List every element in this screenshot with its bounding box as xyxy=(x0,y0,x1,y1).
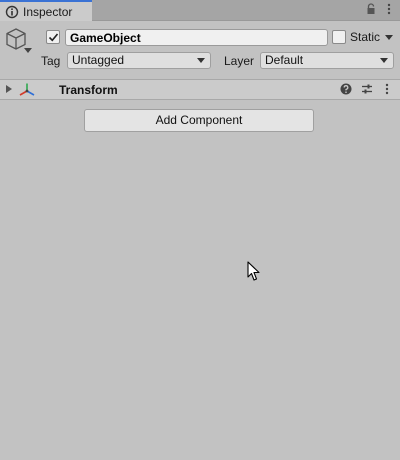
layer-dropdown[interactable]: Default xyxy=(260,52,394,69)
transform-component-header[interactable]: Transform xyxy=(0,79,400,100)
checkmark-icon xyxy=(48,33,59,42)
kebab-menu-icon[interactable] xyxy=(382,83,392,95)
presets-icon[interactable] xyxy=(361,83,373,95)
tab-label: Inspector xyxy=(23,4,73,19)
active-checkbox[interactable] xyxy=(46,30,60,44)
kebab-menu-icon[interactable] xyxy=(384,3,394,15)
chevron-down-icon xyxy=(197,58,205,63)
tag-dropdown[interactable]: Untagged xyxy=(67,52,211,69)
tag-label: Tag xyxy=(41,54,61,68)
gameobject-header: Static Tag Untagged Layer Default xyxy=(0,22,400,78)
component-title: Transform xyxy=(59,83,118,97)
chevron-down-icon[interactable] xyxy=(24,48,32,53)
layer-label: Layer xyxy=(224,54,255,68)
static-label: Static xyxy=(350,30,381,44)
transform-axes-icon xyxy=(19,83,35,96)
layer-value: Default xyxy=(265,53,304,67)
tab-bar: Inspector xyxy=(0,0,400,21)
help-icon[interactable] xyxy=(340,83,352,95)
chevron-down-icon xyxy=(380,58,388,63)
inspector-icon xyxy=(5,5,19,18)
tab-inspector[interactable]: Inspector xyxy=(0,0,92,21)
tag-value: Untagged xyxy=(72,53,125,67)
add-component-button[interactable]: Add Component xyxy=(84,109,314,132)
lock-icon[interactable] xyxy=(366,3,376,15)
mouse-cursor-icon xyxy=(247,261,260,281)
static-checkbox[interactable] xyxy=(332,30,346,44)
object-name-field[interactable] xyxy=(65,29,328,46)
static-dropdown-arrow-icon[interactable] xyxy=(385,35,393,40)
foldout-arrow-icon[interactable] xyxy=(6,85,12,93)
